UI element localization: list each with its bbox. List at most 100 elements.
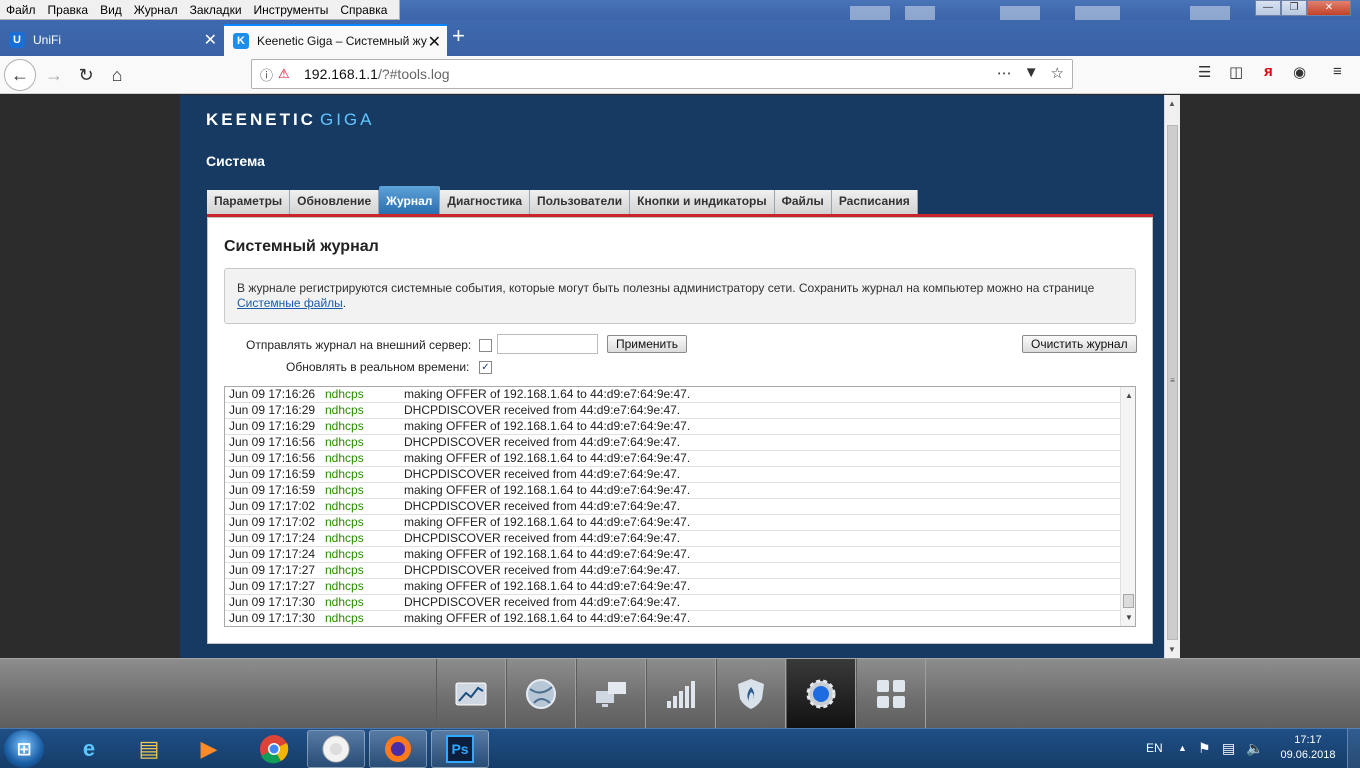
page-actions-icon[interactable]: ⋯ <box>997 64 1012 82</box>
logo-main-text: KEENETIC <box>206 110 316 129</box>
minimize-icon[interactable]: — <box>1255 0 1281 16</box>
menu-view[interactable]: Вид <box>94 3 128 17</box>
file-explorer-icon[interactable]: ▤ <box>120 730 178 768</box>
tab-title: UniFi <box>33 33 62 47</box>
photoshop-label: Ps <box>446 735 474 763</box>
scroll-up-icon[interactable]: ▲ <box>1168 99 1176 108</box>
chrome-logo <box>260 735 289 764</box>
log-row: Jun 09 17:16:29 ndhcps making OFFER of 192… <box>225 419 1120 435</box>
log-message: DHCPDISCOVER received from 44:d9:e7:64:9… <box>404 403 681 417</box>
show-desktop-button[interactable] <box>1347 728 1360 768</box>
tray-expand-icon[interactable]: ▲ <box>1178 728 1187 768</box>
back-icon[interactable]: ← <box>4 59 36 91</box>
system-files-link[interactable]: Системные файлы <box>237 296 343 310</box>
url-actions: ⋯ ▼ ☆ <box>997 64 1064 82</box>
dock-system[interactable] <box>786 659 856 729</box>
new-tab-icon[interactable]: + <box>452 24 465 48</box>
url-host: 192.168.1.1 <box>304 66 378 82</box>
log-row: Jun 09 17:17:24 ndhcps DHCPDISCOVER receiv… <box>225 531 1120 547</box>
media-player-icon[interactable]: ▶ <box>180 730 238 768</box>
menu-tools[interactable]: Инструменты <box>248 3 335 17</box>
close-window-icon[interactable]: ✕ <box>1307 0 1351 16</box>
tab-close-icon[interactable]: ✕ <box>204 30 217 50</box>
subtab-update[interactable]: Обновление <box>290 190 380 214</box>
dock-security[interactable] <box>716 659 786 729</box>
hamburger-menu-icon[interactable]: ≡ <box>1333 63 1342 80</box>
scroll-down-icon[interactable]: ▼ <box>1125 613 1133 622</box>
photoshop-icon[interactable]: Ps <box>431 730 489 768</box>
pocket-icon[interactable]: ▼ <box>1024 64 1039 82</box>
apply-button[interactable]: Применить <box>607 335 688 353</box>
log-scroll-thumb[interactable] <box>1123 594 1134 608</box>
remote-server-label: Отправлять журнал на внешний сервер: <box>246 338 472 352</box>
menu-edit[interactable]: Правка <box>42 3 95 17</box>
tab-keenetic[interactable]: K Keenetic Giga – Системный жу ✕ <box>224 24 447 56</box>
log-scrollbar[interactable]: ▲ ▼ <box>1120 387 1135 626</box>
info-icon[interactable]: ⓘ <box>260 65 278 84</box>
extension-icon[interactable]: ◉ <box>1293 63 1306 81</box>
home-icon[interactable]: ⌂ <box>101 59 133 91</box>
yandex-icon[interactable]: я <box>1264 63 1273 80</box>
reload-icon[interactable]: ↻ <box>70 59 102 91</box>
action-center-icon[interactable]: ⚑ <box>1198 728 1211 768</box>
menu-file[interactable]: Файл <box>0 3 42 17</box>
dock-wifi[interactable] <box>646 659 716 729</box>
system-gear-icon <box>806 679 836 709</box>
network-icon[interactable]: ▤ <box>1222 728 1235 768</box>
insecure-lock-icon[interactable]: ⚠ <box>278 66 298 82</box>
firefox-icon[interactable] <box>369 730 427 768</box>
dock-internet[interactable] <box>506 659 576 729</box>
log-rows: Jun 09 17:16:26 ndhcps making OFFER of 192… <box>225 387 1120 626</box>
dock-apps[interactable] <box>856 659 926 729</box>
subtab-parameters[interactable]: Параметры <box>207 190 291 214</box>
url-bar[interactable]: ⓘ ⚠ 192.168.1.1/?#tools.log ⋯ ▼ ☆ <box>251 59 1073 89</box>
chrome-icon[interactable] <box>245 730 303 768</box>
language-indicator[interactable]: EN <box>1146 728 1163 768</box>
tab-unifi[interactable]: U UniFi ✕ <box>0 24 223 56</box>
subtab-diagnostics[interactable]: Диагностика <box>440 190 531 214</box>
dock-monitor[interactable] <box>436 659 506 729</box>
volume-icon[interactable]: 🔈 <box>1246 728 1263 768</box>
windows-start-icon[interactable]: ⊞ <box>4 730 44 768</box>
realtime-label: Обновлять в реальном времени: <box>286 360 470 374</box>
clear-log-button[interactable]: Очистить журнал <box>1022 335 1137 353</box>
log-time: Jun 09 17:16:26 <box>229 387 316 401</box>
monitor-icon <box>455 682 487 706</box>
bookmark-star-icon[interactable]: ☆ <box>1051 64 1064 82</box>
sidebar-icon[interactable]: ◫ <box>1229 63 1243 81</box>
log-message: making OFFER of 192.168.1.64 to 44:d9:e7… <box>404 483 691 497</box>
subtab-schedules[interactable]: Расписания <box>831 190 918 214</box>
forward-icon[interactable]: → <box>38 59 70 91</box>
log-viewer[interactable]: Jun 09 17:16:26 ndhcps making OFFER of 192… <box>224 386 1136 627</box>
log-source: ndhcps <box>325 467 364 481</box>
log-message: making OFFER of 192.168.1.64 to 44:d9:e7… <box>404 387 691 401</box>
unifi-app-icon[interactable] <box>307 730 365 768</box>
scroll-up-icon[interactable]: ▲ <box>1125 391 1133 400</box>
log-message: making OFFER of 192.168.1.64 to 44:d9:e7… <box>404 611 691 625</box>
internet-explorer-icon[interactable]: e <box>60 730 118 768</box>
panel-title: Системный журнал <box>224 238 379 255</box>
log-source: ndhcps <box>325 595 364 609</box>
log-panel: Системный журнал В журнале регистрируютс… <box>207 217 1153 644</box>
menu-history[interactable]: Журнал <box>128 3 184 17</box>
scroll-down-icon[interactable]: ▼ <box>1168 645 1176 654</box>
log-row: Jun 09 17:17:30 ndhcps DHCPDISCOVER receiv… <box>225 595 1120 611</box>
restore-icon[interactable]: ❐ <box>1281 0 1307 16</box>
realtime-checkbox[interactable]: ✓ <box>479 361 492 374</box>
subtab-log[interactable]: Журнал <box>379 186 441 214</box>
dock-home-network[interactable] <box>576 659 646 729</box>
remote-server-input[interactable] <box>497 334 598 354</box>
log-source: ndhcps <box>325 563 364 577</box>
taskbar-clock[interactable]: 17:17 09.06.2018 <box>1276 733 1340 763</box>
subtab-buttons[interactable]: Кнопки и индикаторы <box>630 190 775 214</box>
tab-close-icon[interactable]: ✕ <box>428 32 441 52</box>
log-message: DHCPDISCOVER received from 44:d9:e7:64:9… <box>404 499 681 513</box>
subtab-users[interactable]: Пользователи <box>530 190 631 214</box>
menu-bar: Файл Правка Вид Журнал Закладки Инструме… <box>0 0 1360 22</box>
library-icon[interactable]: ☰ <box>1198 63 1211 81</box>
page-scrollbar[interactable]: ▲ ≡ ▼ <box>1164 95 1180 658</box>
remote-server-checkbox[interactable] <box>479 339 492 352</box>
menu-bookmarks[interactable]: Закладки <box>184 3 248 17</box>
menu-help[interactable]: Справка <box>334 3 393 17</box>
subtab-files[interactable]: Файлы <box>774 190 832 214</box>
